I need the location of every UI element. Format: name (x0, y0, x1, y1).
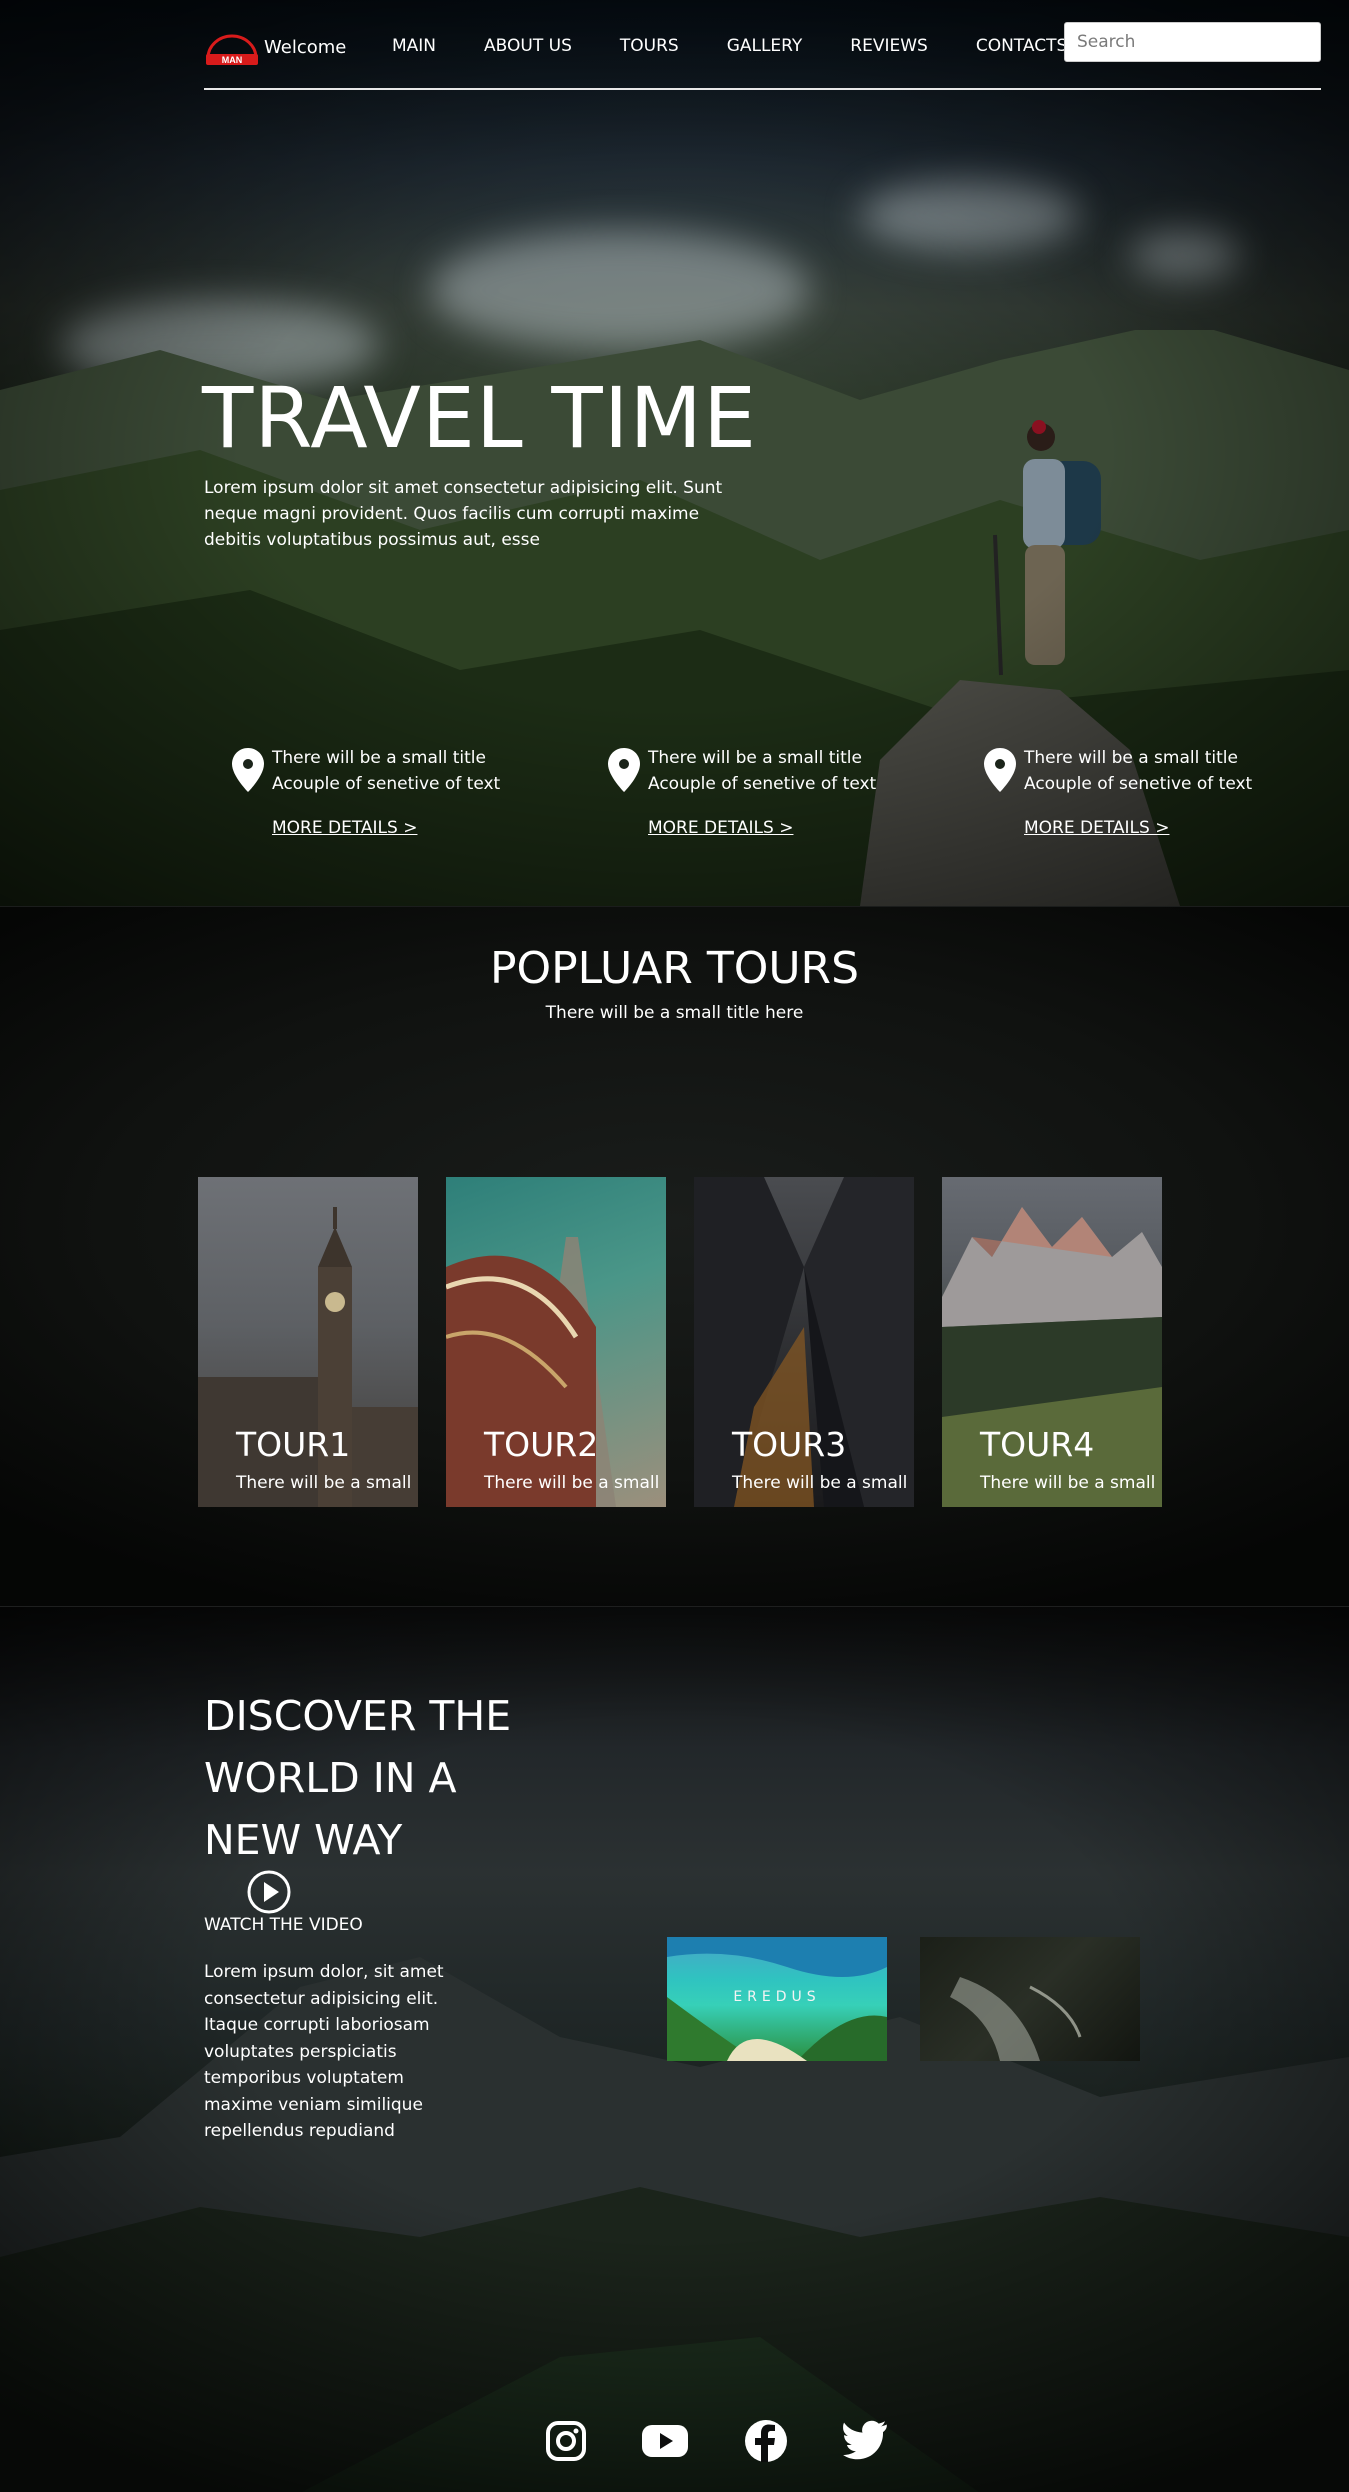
section-subtitle: There will be a small title here (545, 1003, 804, 1023)
tour-card[interactable]: TOUR4 There will be a small (942, 1177, 1162, 1507)
feature-title: There will be a small title (1024, 748, 1238, 768)
more-details-link[interactable]: MORE DETAILS > (272, 818, 417, 838)
feature-item: There will be a small title Acouple of s… (608, 744, 908, 864)
hero-section: MAN Welcome MAIN ABOUT US TOURS GALLERY … (0, 0, 1349, 906)
location-pin-icon (608, 748, 640, 792)
youtube-icon[interactable] (641, 2418, 689, 2464)
logo-text: MAN (222, 55, 243, 65)
welcome-text: Welcome (264, 37, 347, 58)
feature-text: Acouple of senetive of text (1024, 774, 1253, 794)
nav-item-main[interactable]: MAIN (392, 36, 436, 56)
tour-card[interactable]: TOUR2 There will be a small (446, 1177, 666, 1507)
facebook-icon[interactable] (743, 2418, 789, 2464)
feature-title: There will be a small title (648, 748, 862, 768)
tour-text: There will be a small (980, 1473, 1156, 1493)
feature-title: There will be a small title (272, 748, 486, 768)
nav-item-tours[interactable]: TOURS (620, 36, 679, 56)
video-thumbnail[interactable]: EREDUS (667, 1937, 887, 2061)
video-thumbnail[interactable] (920, 1937, 1140, 2061)
more-details-link[interactable]: MORE DETAILS > (1024, 818, 1169, 838)
discover-title: DISCOVER THE WORLD IN A NEW WAY (204, 1692, 512, 1864)
tour-text: There will be a small (484, 1473, 660, 1493)
feature-item: There will be a small title Acouple of s… (984, 744, 1284, 864)
feature-text: Acouple of senetive of text (272, 774, 501, 794)
popular-tours-section: POPLUAR TOURS There will be a small titl… (0, 906, 1349, 1606)
tour-title: TOUR4 (980, 1425, 1095, 1464)
instagram-icon[interactable] (543, 2418, 589, 2464)
feature-item: There will be a small title Acouple of s… (232, 744, 532, 864)
top-navbar: MAN Welcome MAIN ABOUT US TOURS GALLERY … (204, 20, 1321, 90)
watch-video-label[interactable]: WATCH THE VIDEO (204, 1915, 363, 1935)
tour-text: There will be a small (236, 1473, 412, 1493)
discover-description: Lorem ipsum dolor, sit amet consectetur … (204, 1962, 444, 2141)
more-details-link[interactable]: MORE DETAILS > (648, 818, 793, 838)
section-title: POPLUAR TOURS (489, 943, 860, 994)
tour-card[interactable]: TOUR3 There will be a small (694, 1177, 914, 1507)
nav-item-contacts[interactable]: CONTACTS (976, 36, 1067, 56)
tour-title: TOUR1 (236, 1425, 351, 1464)
tour-card[interactable]: TOUR1 There will be a small (198, 1177, 418, 1507)
thumbnail-label: EREDUS (733, 1989, 821, 2005)
hero-title: TRAVEL TIME (202, 369, 758, 467)
nav-item-about-us[interactable]: ABOUT US (484, 36, 572, 56)
twitter-icon[interactable] (842, 2418, 888, 2464)
discover-section: DISCOVER THE WORLD IN A NEW WAY WATCH TH… (0, 1606, 1349, 2492)
tour-text: There will be a small (732, 1473, 908, 1493)
hero-description: Lorem ipsum dolor sit amet consectetur a… (204, 478, 723, 550)
tour-title: TOUR3 (732, 1425, 847, 1464)
tour-title: TOUR2 (484, 1425, 599, 1464)
brand-logo[interactable]: MAN (204, 32, 260, 68)
nav-item-reviews[interactable]: REVIEWS (850, 36, 928, 56)
play-icon[interactable] (246, 1869, 292, 1915)
feature-text: Acouple of senetive of text (648, 774, 877, 794)
search-input[interactable] (1064, 22, 1321, 62)
location-pin-icon (984, 748, 1016, 792)
stream-image (950, 1977, 1082, 2061)
nav-item-gallery[interactable]: GALLERY (727, 36, 803, 56)
location-pin-icon (232, 748, 264, 792)
main-menu: MAIN ABOUT US TOURS GALLERY REVIEWS CONT… (392, 36, 1115, 56)
